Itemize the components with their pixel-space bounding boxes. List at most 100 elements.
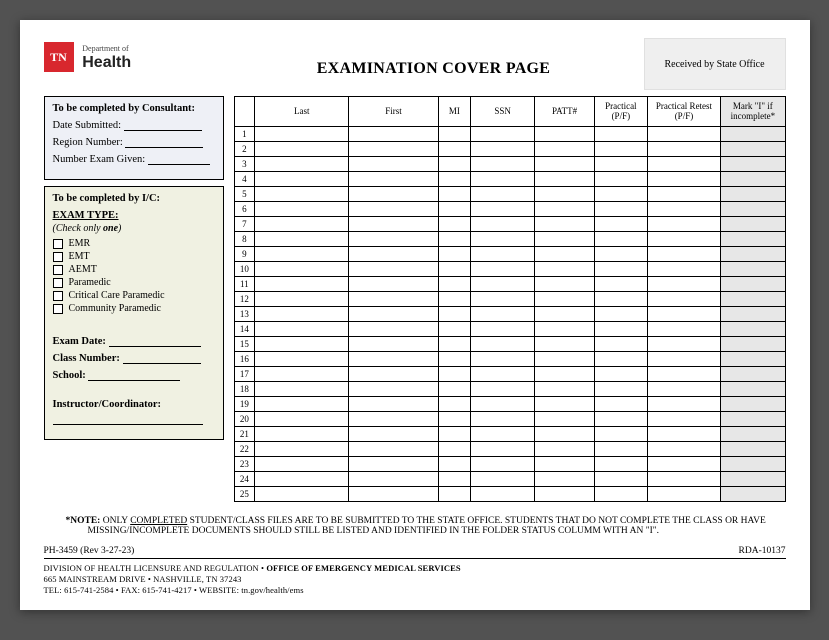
cell-retest[interactable]	[647, 202, 720, 217]
checkbox-icon[interactable]	[53, 278, 63, 288]
cell-mi[interactable]	[438, 397, 470, 412]
cell-ssn[interactable]	[470, 472, 534, 487]
cell-retest[interactable]	[647, 367, 720, 382]
cell-patt[interactable]	[535, 472, 595, 487]
cell-practical[interactable]	[594, 187, 647, 202]
cell-first[interactable]	[349, 382, 439, 397]
cell-mi[interactable]	[438, 292, 470, 307]
checkbox-icon[interactable]	[53, 239, 63, 249]
cell-patt[interactable]	[535, 367, 595, 382]
cell-ssn[interactable]	[470, 397, 534, 412]
cell-mark[interactable]	[721, 322, 785, 337]
cell-retest[interactable]	[647, 472, 720, 487]
cell-mark[interactable]	[721, 292, 785, 307]
cell-patt[interactable]	[535, 322, 595, 337]
cell-retest[interactable]	[647, 232, 720, 247]
cell-last[interactable]	[255, 232, 349, 247]
cell-retest[interactable]	[647, 487, 720, 502]
cell-mark[interactable]	[721, 232, 785, 247]
cell-last[interactable]	[255, 262, 349, 277]
cell-ssn[interactable]	[470, 352, 534, 367]
cell-practical[interactable]	[594, 247, 647, 262]
cell-mi[interactable]	[438, 142, 470, 157]
checkbox-icon[interactable]	[53, 304, 63, 314]
cell-first[interactable]	[349, 142, 439, 157]
cell-retest[interactable]	[647, 457, 720, 472]
cell-mark[interactable]	[721, 127, 785, 142]
cell-mark[interactable]	[721, 337, 785, 352]
cell-first[interactable]	[349, 247, 439, 262]
cell-mi[interactable]	[438, 217, 470, 232]
cell-first[interactable]	[349, 262, 439, 277]
cell-mark[interactable]	[721, 397, 785, 412]
cell-mi[interactable]	[438, 337, 470, 352]
cell-ssn[interactable]	[470, 247, 534, 262]
cell-retest[interactable]	[647, 337, 720, 352]
cell-patt[interactable]	[535, 157, 595, 172]
cell-last[interactable]	[255, 217, 349, 232]
cell-first[interactable]	[349, 217, 439, 232]
cell-practical[interactable]	[594, 367, 647, 382]
cell-patt[interactable]	[535, 232, 595, 247]
cell-practical[interactable]	[594, 337, 647, 352]
cell-ssn[interactable]	[470, 427, 534, 442]
cell-ssn[interactable]	[470, 172, 534, 187]
cell-mi[interactable]	[438, 487, 470, 502]
cell-mi[interactable]	[438, 262, 470, 277]
cell-first[interactable]	[349, 367, 439, 382]
cell-first[interactable]	[349, 472, 439, 487]
cell-last[interactable]	[255, 172, 349, 187]
cell-practical[interactable]	[594, 427, 647, 442]
cell-first[interactable]	[349, 172, 439, 187]
cell-mi[interactable]	[438, 442, 470, 457]
cell-ssn[interactable]	[470, 322, 534, 337]
cell-mi[interactable]	[438, 352, 470, 367]
cell-mark[interactable]	[721, 217, 785, 232]
cell-mark[interactable]	[721, 262, 785, 277]
cell-ssn[interactable]	[470, 412, 534, 427]
cell-mi[interactable]	[438, 382, 470, 397]
cell-practical[interactable]	[594, 232, 647, 247]
cell-mark[interactable]	[721, 487, 785, 502]
cell-ssn[interactable]	[470, 307, 534, 322]
cell-mark[interactable]	[721, 367, 785, 382]
cell-mark[interactable]	[721, 352, 785, 367]
exam-given-input[interactable]	[148, 154, 210, 165]
cell-practical[interactable]	[594, 202, 647, 217]
cell-first[interactable]	[349, 127, 439, 142]
cell-first[interactable]	[349, 397, 439, 412]
cell-last[interactable]	[255, 127, 349, 142]
cell-patt[interactable]	[535, 127, 595, 142]
cell-ssn[interactable]	[470, 292, 534, 307]
cell-ssn[interactable]	[470, 277, 534, 292]
cell-ssn[interactable]	[470, 442, 534, 457]
class-number-input[interactable]	[123, 353, 201, 364]
cell-retest[interactable]	[647, 247, 720, 262]
cell-first[interactable]	[349, 157, 439, 172]
cell-mi[interactable]	[438, 127, 470, 142]
cell-patt[interactable]	[535, 457, 595, 472]
cell-mi[interactable]	[438, 232, 470, 247]
cell-mark[interactable]	[721, 157, 785, 172]
cell-mark[interactable]	[721, 307, 785, 322]
cell-retest[interactable]	[647, 397, 720, 412]
checkbox-icon[interactable]	[53, 291, 63, 301]
cell-last[interactable]	[255, 292, 349, 307]
cell-mi[interactable]	[438, 202, 470, 217]
cell-retest[interactable]	[647, 427, 720, 442]
cell-last[interactable]	[255, 202, 349, 217]
cell-practical[interactable]	[594, 127, 647, 142]
cell-ssn[interactable]	[470, 142, 534, 157]
cell-retest[interactable]	[647, 322, 720, 337]
cell-first[interactable]	[349, 427, 439, 442]
cell-first[interactable]	[349, 352, 439, 367]
cell-ssn[interactable]	[470, 262, 534, 277]
cell-last[interactable]	[255, 352, 349, 367]
cell-patt[interactable]	[535, 352, 595, 367]
cell-first[interactable]	[349, 457, 439, 472]
cell-ssn[interactable]	[470, 157, 534, 172]
cell-ssn[interactable]	[470, 187, 534, 202]
cell-mark[interactable]	[721, 247, 785, 262]
cell-patt[interactable]	[535, 187, 595, 202]
cell-mi[interactable]	[438, 457, 470, 472]
